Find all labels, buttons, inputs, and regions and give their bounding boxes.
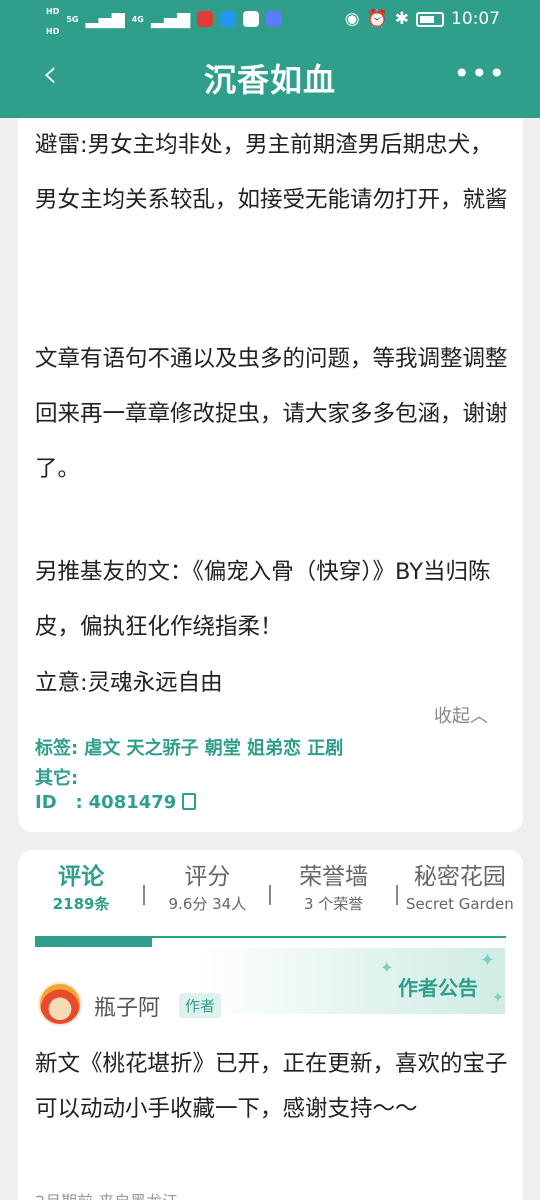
browser-notification-icon	[220, 11, 237, 27]
tags-value[interactable]: 虐文 天之骄子 朝堂 姐弟恋 正剧	[84, 738, 343, 759]
status-bar: HD HD 5G ▂▄▆ 4G ▂▄▆ ◉ ⏰ ✱ 10:07	[0, 0, 540, 38]
hd-bottom: HD	[46, 27, 60, 36]
tab-divider	[269, 885, 271, 905]
id-value: 4081479	[88, 792, 177, 813]
sparkle-icon: ✦	[492, 990, 504, 1006]
status-left: HD HD 5G ▂▄▆ 4G ▂▄▆	[46, 0, 283, 39]
tab-divider	[143, 885, 145, 905]
tab-honor-wall[interactable]: 荣誉墙 3 个荣誉	[271, 860, 397, 920]
tab-rating[interactable]: 评分 9.6分 34人	[144, 860, 270, 920]
author-badge: 作者	[179, 993, 222, 1018]
hd-top: HD	[46, 7, 60, 16]
tags-row: 标签: 虐文 天之骄子 朝堂 姐弟恋 正剧	[35, 734, 343, 760]
tab-divider	[396, 885, 398, 905]
alarm-icon: ⏰	[366, 9, 388, 29]
tab-label: 评分	[184, 864, 231, 890]
copy-icon[interactable]	[182, 793, 197, 810]
other-label: 其它:	[35, 768, 79, 789]
tab-indicator	[35, 936, 152, 947]
chat-notification-icon	[243, 11, 260, 27]
tab-label: 秘密花园	[413, 864, 506, 890]
tab-label: 荣誉墙	[299, 864, 369, 890]
intro-card: 避雷:男女主均非处，男主前期渣男后期忠犬，男女主均关系较乱，如接受无能请勿打开，…	[18, 118, 523, 832]
id-label: ID :	[35, 792, 83, 813]
intro-paragraph: 文章有语句不通以及虫多的问题，等我调整调整回来再一章章修改捉虫，请大家多多包涵，…	[35, 346, 508, 482]
author-avatar[interactable]	[38, 982, 82, 1026]
bluetooth-icon: ✱	[394, 9, 409, 29]
tab-sub: Secret Garden	[406, 895, 514, 913]
intro-paragraph: 另推基友的文：《偏宠入骨（快穿）》BY当归陈皮，偏执狂化作绕指柔！	[35, 559, 491, 640]
tab-sub: 9.6分 34人	[168, 895, 247, 913]
tab-comments[interactable]: 评论 2189条	[18, 860, 144, 920]
notice-label: 作者公告	[398, 976, 478, 1000]
tab-label: 评论	[58, 864, 105, 890]
tags-label: 标签:	[35, 738, 79, 759]
status-right: ◉ ⏰ ✱ 10:07	[345, 9, 500, 29]
app-notification-icon	[197, 11, 214, 27]
notice-content: 新文《桃花堪折》已开，正在更新，喜欢的宝子可以动动小手收藏一下，感谢支持～～	[35, 1051, 508, 1122]
sparkle-icon: ✦	[480, 950, 496, 971]
tab-sub: 3 个荣誉	[303, 895, 364, 913]
page-title: 沉香如血	[203, 61, 336, 99]
status-time: 10:07	[451, 9, 500, 29]
hd-indicator: HD HD	[46, 0, 59, 39]
other-row: 其它:	[35, 764, 78, 790]
more-button[interactable]: •••	[453, 60, 506, 88]
eye-icon: ◉	[344, 9, 360, 29]
id-row: ID :4081479	[35, 792, 197, 813]
tab-sub: 2189条	[52, 895, 110, 913]
tab-secret-garden[interactable]: 秘密花园 Secret Garden	[397, 860, 523, 920]
nav-bar: ‹ 沉香如血 •••	[0, 38, 540, 118]
sparkle-icon: ✦	[380, 958, 394, 977]
network-4g: 4G	[131, 14, 144, 24]
cloud-notification-icon	[266, 11, 283, 27]
tab-bar: 评论 2189条 评分 9.6分 34人 荣誉墙 3 个荣誉 秘密花园 Secr…	[18, 860, 523, 920]
author-name[interactable]: 瓶子阿	[94, 990, 160, 1022]
notice-time: 2月期前 来自黑龙江	[35, 1188, 178, 1200]
signal-icon-2: ▂▄▆	[150, 9, 191, 29]
intro-paragraph: 避雷:男女主均非处，男主前期渣男后期忠犬，男女主均关系较乱，如接受无能请勿打开，…	[35, 132, 508, 213]
back-button[interactable]: ‹	[42, 54, 58, 94]
signal-icon: ▂▄▆	[85, 9, 125, 29]
comments-card: 评论 2189条 评分 9.6分 34人 荣誉墙 3 个荣誉 秘密花园 Secr…	[18, 850, 523, 1200]
top-bar: HD HD 5G ▂▄▆ 4G ▂▄▆ ◉ ⏰ ✱ 10:07 ‹ 沉香如血 •…	[0, 0, 540, 118]
collapse-button[interactable]: 收起︿	[434, 702, 488, 728]
network-5g: 5G	[66, 14, 79, 24]
battery-icon	[416, 11, 444, 27]
